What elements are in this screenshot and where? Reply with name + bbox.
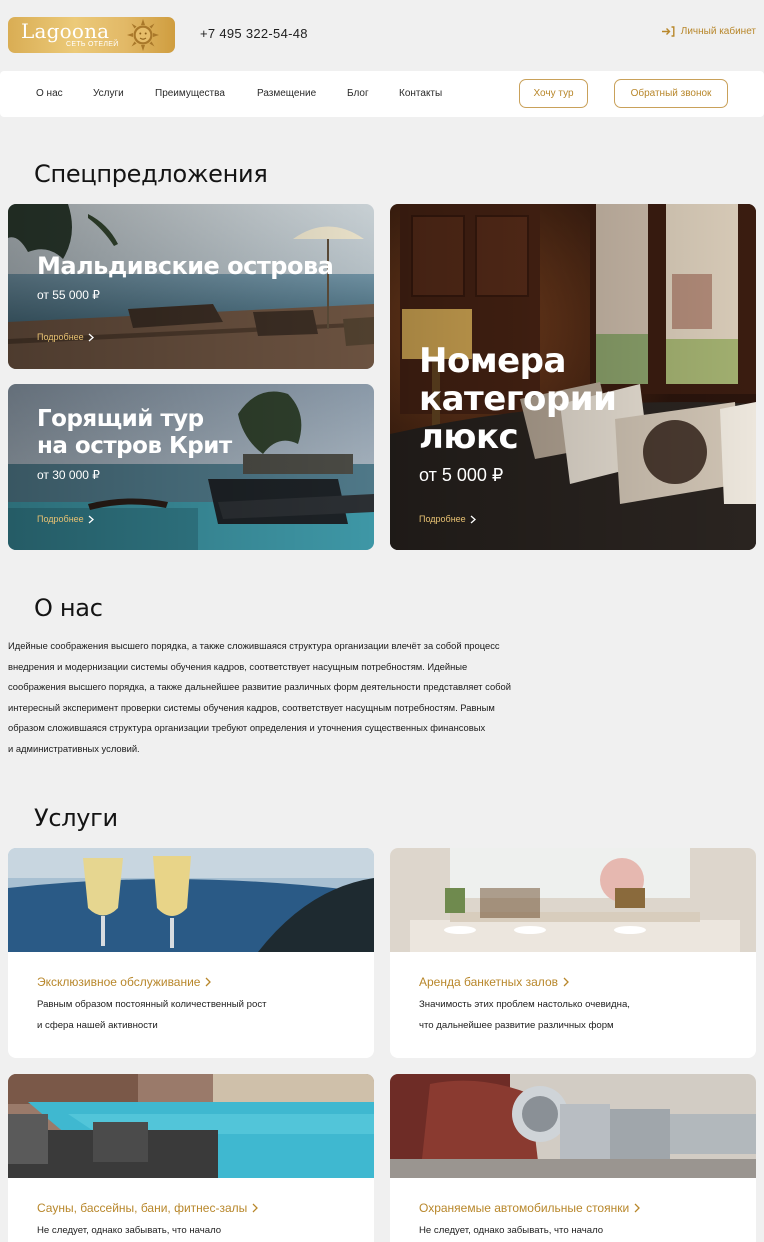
service-description-line: Не следует, однако забывать, что начало	[37, 1225, 222, 1236]
login-arrow-icon	[661, 26, 675, 37]
service-card-spa[interactable]: Сауны, бассейны, бани, фитнес-залы Не сл…	[8, 1074, 374, 1242]
about-line: внедрения и модернизации системы обучени…	[8, 660, 468, 672]
about-text: Идейные соображения высшего порядка, а т…	[8, 636, 578, 760]
want-tour-button[interactable]: Хочу тур	[519, 79, 588, 108]
logo-word: Lagoona	[21, 19, 110, 43]
phone-number[interactable]: +7 495 322-54-48	[200, 26, 308, 41]
about-line: образом сложившаяся структура организаци…	[8, 722, 486, 734]
service-description-line: Значимость этих проблем настолько очевид…	[419, 999, 630, 1010]
service-card-parking[interactable]: Охраняемые автомобильные стоянки Не след…	[390, 1074, 756, 1242]
offer-title: Номера категории люкс	[419, 341, 617, 457]
service-description: Значимость этих проблем настолько очевид…	[419, 994, 739, 1036]
offer-title: Горящий тур на остров Крит	[37, 406, 232, 460]
offer-more-label: Подробнее	[37, 332, 84, 342]
main-nav: О нас Услуги Преимущества Размещение Бло…	[0, 71, 764, 117]
service-card-banquet[interactable]: Аренда банкетных залов Значимость этих п…	[390, 848, 756, 1058]
personal-account-link[interactable]: Личный кабинет	[661, 26, 756, 37]
logo-tagline: СЕТЬ ОТЕЛЕЙ	[66, 41, 119, 48]
offer-price: от 55 000 ₽	[37, 288, 100, 302]
service-title-label: Эксклюзивное обслуживание	[37, 975, 201, 989]
offer-title: Мальдивские острова	[37, 252, 334, 280]
offer-shade	[8, 204, 374, 369]
service-description-line: Не следует, однако забывать, что начало	[419, 1225, 604, 1236]
service-title[interactable]: Эксклюзивное обслуживание	[37, 975, 212, 989]
about-line: интересный эксперимент проверки системы …	[8, 701, 495, 713]
offer-title-line: Номера	[419, 341, 566, 381]
offer-more-link[interactable]: Подробнее	[37, 332, 94, 342]
nav-item-contacts[interactable]: Контакты	[399, 88, 442, 99]
service-title-label: Аренда банкетных залов	[419, 975, 558, 989]
offer-more-link[interactable]: Подробнее	[37, 514, 94, 524]
service-description-line: и сфера нашей активности	[37, 1020, 158, 1031]
service-description-line: что дальнейшее развитие различных форм	[419, 1020, 614, 1031]
offer-card-luxury[interactable]: Номера категории люкс от 5 000 ₽ Подробн…	[390, 204, 756, 550]
offer-title-line: на остров Крит	[37, 433, 232, 459]
offer-price: от 30 000 ₽	[37, 468, 100, 482]
service-image-champagne	[8, 848, 374, 952]
services-heading: Услуги	[34, 804, 118, 832]
nav-item-accommodation[interactable]: Размещение	[257, 88, 316, 99]
service-description: Не следует, однако забывать, что начало	[419, 1220, 739, 1241]
service-description: Не следует, однако забывать, что начало	[37, 1220, 357, 1241]
service-description: Равным образом постоянный количественный…	[37, 994, 357, 1036]
service-image-banquet	[390, 848, 756, 952]
sun-face-icon	[127, 19, 159, 51]
offer-title-line: Горящий тур	[37, 406, 204, 432]
chevron-right-icon	[563, 977, 569, 987]
service-title[interactable]: Охраняемые автомобильные стоянки	[419, 1201, 641, 1215]
offer-card-crete[interactable]: Горящий тур на остров Крит от 30 000 ₽ П…	[8, 384, 374, 550]
top-bar: Lagoona СЕТЬ ОТЕЛЕЙ +7 495 322-54-48 Лич…	[0, 0, 764, 70]
chevron-right-icon	[206, 977, 212, 987]
offer-more-label: Подробнее	[37, 514, 84, 524]
nav-item-blog[interactable]: Блог	[347, 88, 369, 99]
offer-title-line: люкс	[419, 417, 519, 457]
offer-price: от 5 000 ₽	[419, 465, 504, 485]
chevron-right-icon	[88, 515, 94, 523]
service-description-line: Равным образом постоянный количественный…	[37, 999, 267, 1010]
offer-title-line: категории	[419, 379, 617, 419]
callback-button[interactable]: Обратный звонок	[614, 79, 728, 108]
about-line: Идейные соображения высшего порядка, а т…	[8, 640, 500, 651]
nav-item-about[interactable]: О нас	[36, 88, 63, 99]
nav-item-services[interactable]: Услуги	[93, 88, 124, 99]
service-card-exclusive[interactable]: Эксклюзивное обслуживание Равным образом…	[8, 848, 374, 1058]
offer-more-label: Подробнее	[419, 514, 466, 524]
service-title-label: Охраняемые автомобильные стоянки	[419, 1201, 630, 1215]
chevron-right-icon	[252, 1203, 259, 1213]
personal-account-label: Личный кабинет	[680, 26, 756, 37]
about-line: соображения высшего порядка, а также дал…	[8, 681, 511, 693]
chevron-right-icon	[470, 515, 476, 523]
offer-more-link[interactable]: Подробнее	[419, 514, 476, 524]
service-image-cars	[390, 1074, 756, 1178]
about-heading: О нас	[34, 594, 103, 622]
offers-heading: Спецпредложения	[34, 160, 268, 188]
service-title-label: Сауны, бассейны, бани, фитнес-залы	[37, 1201, 248, 1215]
nav-item-advantages[interactable]: Преимущества	[155, 88, 225, 99]
chevron-right-icon	[88, 333, 94, 341]
service-image-pool	[8, 1074, 374, 1178]
chevron-right-icon	[634, 1203, 641, 1213]
about-line: и административных условий.	[8, 742, 140, 754]
offer-card-maldives[interactable]: Мальдивские острова от 55 000 ₽ Подробне…	[8, 204, 374, 369]
service-title[interactable]: Аренда банкетных залов	[419, 975, 569, 989]
logo[interactable]: Lagoona СЕТЬ ОТЕЛЕЙ	[8, 17, 175, 53]
service-title[interactable]: Сауны, бассейны, бани, фитнес-залы	[37, 1201, 259, 1215]
